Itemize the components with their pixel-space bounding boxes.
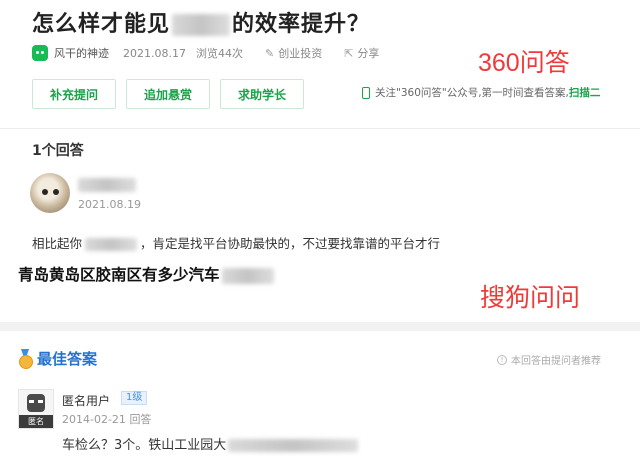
watermark-sogou: 搜狗问问 xyxy=(480,284,581,312)
share-link[interactable]: 分享 xyxy=(357,45,379,61)
sogou-answer-prefix: 车检么？3个。铁山工业园大 xyxy=(62,438,227,453)
follow-tip: 关注"360问答"公众号,第一时间查看答案, 扫描二 xyxy=(362,85,600,100)
recommend-tip: ! 本回答由提问者推荐 xyxy=(497,352,601,367)
redacted-blur xyxy=(228,439,359,452)
title-prefix: 怎么样才能见 xyxy=(32,12,171,37)
add-bounty-button[interactable]: 追加悬赏 xyxy=(126,79,210,109)
redacted-blur xyxy=(85,238,138,251)
info-icon: ! xyxy=(497,354,507,365)
question-title: 怎么样才能见 的效率提升？ xyxy=(32,6,370,38)
sogou-title-text: 青岛黄岛区胶南区有多少汽车 xyxy=(18,266,220,284)
follow-tip-text: 关注"360问答"公众号,第一时间查看答案, xyxy=(375,87,569,99)
post-date: 2021.08.17 xyxy=(123,46,186,60)
anonymous-tag: 匿名 xyxy=(19,415,53,428)
anonymous-face-icon xyxy=(27,394,45,412)
answer-date: 2021.08.19 xyxy=(78,198,141,211)
author-name[interactable]: 风干的神迹 xyxy=(54,45,109,61)
redacted-blur xyxy=(172,14,231,36)
redacted-blur xyxy=(221,267,274,284)
sogou-answer-text: 车检么？3个。铁山工业园大 xyxy=(62,434,359,453)
medal-icon xyxy=(18,349,33,369)
anonymous-avatar: 匿名 xyxy=(18,389,54,429)
sogou-question-title[interactable]: 青岛黄岛区胶南区有多少汽车 xyxy=(18,263,274,285)
answerer-name-redacted xyxy=(78,178,136,192)
level-badge: 1级 xyxy=(121,391,148,405)
section-gap xyxy=(0,322,640,331)
recommend-tip-text: 本回答由提问者推荐 xyxy=(511,356,601,367)
answer-count: 1个回答 xyxy=(32,143,84,159)
divider xyxy=(0,128,640,129)
best-answer-label: 最佳答案 xyxy=(37,349,98,368)
answer-text-suffix: ，肯定是找平台协助最快的，不过要找靠谱的平台才行 xyxy=(140,236,441,251)
anonymous-user-name: 匿名用户 xyxy=(62,394,111,408)
view-count: 浏览44次 xyxy=(195,47,243,60)
phone-icon xyxy=(362,86,370,99)
title-suffix: 的效率提升？ xyxy=(232,12,371,37)
reply-link[interactable]: 回答 xyxy=(129,413,151,426)
answerer-avatar[interactable] xyxy=(30,173,70,213)
scan-link[interactable]: 扫描二 xyxy=(569,85,601,100)
watermark-360: 360问答 xyxy=(478,49,570,77)
author-avatar[interactable] xyxy=(32,45,48,61)
question-meta: 风干的神迹 2021.08.17 浏览44次 ✎ 创业投资 ⇱ 分享 xyxy=(32,44,379,62)
answer-text-prefix: 相比起你 xyxy=(32,236,83,251)
sogou-answer-date: 2014-02-21 回答 xyxy=(62,411,151,427)
category-link[interactable]: 创业投资 xyxy=(278,45,322,61)
share-icon: ⇱ xyxy=(344,46,354,60)
answer-text: 相比起你 ，肯定是找平台协助最快的，不过要找靠谱的平台才行 xyxy=(32,233,440,252)
sogou-date-text: 2014-02-21 xyxy=(62,413,126,426)
edit-icon: ✎ xyxy=(264,46,275,60)
supplement-question-button[interactable]: 补充提问 xyxy=(32,79,116,109)
best-answer-header: 最佳答案 xyxy=(18,347,97,369)
ask-senior-button[interactable]: 求助学长 xyxy=(220,79,304,109)
